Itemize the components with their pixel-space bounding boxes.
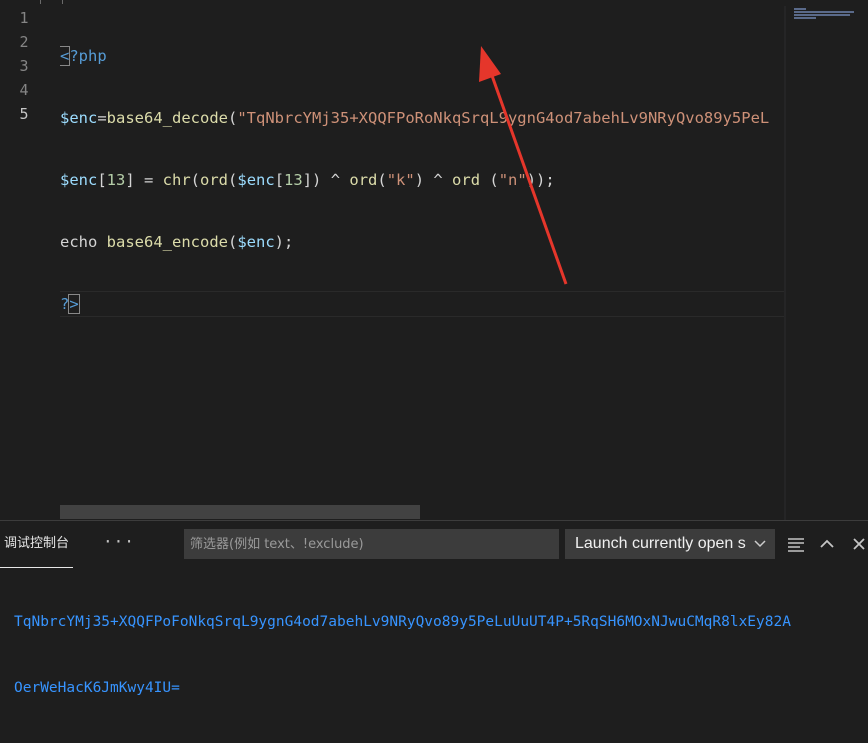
- tab-edge-fragment: [30, 0, 70, 4]
- code-token: echo: [60, 233, 107, 251]
- code-token: base64_decode: [106, 109, 228, 127]
- code-token: ));: [526, 171, 555, 189]
- filter-input[interactable]: [184, 529, 559, 559]
- code-token: (: [228, 109, 238, 127]
- php-open-bracket: <: [60, 46, 71, 66]
- code-token: ] =: [125, 171, 163, 189]
- code-token: $enc: [60, 171, 98, 189]
- code-token: (: [377, 171, 387, 189]
- panel-toolbar: 调试控制台 ··· Launch currently open s: [0, 521, 868, 568]
- code-token: ord: [349, 171, 378, 189]
- chevron-down-icon: [751, 529, 769, 559]
- line-number-current: 5: [19, 105, 29, 123]
- console-output-line: TqNbrcYMj35+XQQFPoFoNkqSrqL9ygnG4od7abeh…: [14, 614, 791, 630]
- php-close-tag: ?: [60, 295, 70, 313]
- chevron-up-icon[interactable]: [815, 529, 839, 559]
- more-actions-icon[interactable]: ···: [103, 521, 135, 563]
- code-token: (: [480, 171, 499, 189]
- code-token: 13: [106, 171, 126, 189]
- minimap[interactable]: [784, 6, 868, 520]
- line-number: 4: [19, 81, 29, 99]
- code-token: "n": [498, 171, 527, 189]
- code-token: );: [274, 233, 294, 251]
- code-token: ) ^: [414, 171, 453, 189]
- code-token: "TqNbrcYMj35+XQQFPoRoNkqSrqL9ygnG4od7abe…: [237, 109, 770, 127]
- horizontal-scrollbar[interactable]: [60, 505, 420, 519]
- code-token: 13: [284, 171, 303, 189]
- line-number: 3: [19, 57, 29, 75]
- code-token: [: [274, 171, 285, 189]
- minimap-content: [794, 8, 854, 20]
- code-token: ord: [452, 171, 481, 189]
- code-token: $enc: [237, 233, 275, 251]
- close-icon[interactable]: [847, 529, 868, 559]
- line-number-gutter: 1 2 3 4 5: [0, 6, 48, 126]
- code-token: (: [228, 233, 238, 251]
- debug-console-panel: 调试控制台 ··· Launch currently open s TqNbrc…: [0, 520, 868, 696]
- editor-area[interactable]: 1 2 3 4 5 <?php $enc=base64_decode("TqNb…: [0, 0, 868, 520]
- code-token: ]) ^: [302, 171, 350, 189]
- code-line-5[interactable]: ?>: [60, 291, 784, 317]
- php-close-bracket: >: [68, 294, 80, 314]
- code-line-3[interactable]: $enc[13] = chr(ord($enc[13]) ^ ord("k") …: [60, 168, 784, 192]
- launch-config-label: Launch currently open s: [575, 535, 746, 552]
- code-token: ord: [200, 171, 229, 189]
- code-token: (: [228, 171, 238, 189]
- line-number: 1: [19, 9, 29, 27]
- php-open-tag: ?php: [69, 47, 107, 65]
- console-output[interactable]: TqNbrcYMj35+XQQFPoFoNkqSrqL9ygnG4od7abeh…: [14, 567, 868, 743]
- code-line-4[interactable]: echo base64_encode($enc);: [60, 230, 784, 254]
- tab-debug-console[interactable]: 调试控制台: [0, 521, 74, 568]
- line-number: 2: [19, 33, 29, 51]
- code-token: "k": [386, 171, 415, 189]
- code-token: base64_encode: [106, 233, 228, 251]
- code-token: (: [190, 171, 201, 189]
- code-token: [: [97, 171, 107, 189]
- code-line-2[interactable]: $enc=base64_decode("TqNbrcYMj35+XQQFPoRo…: [60, 106, 784, 130]
- code-token: $enc: [237, 171, 275, 189]
- launch-config-select[interactable]: Launch currently open s: [565, 529, 775, 559]
- code-token: $enc: [60, 109, 98, 127]
- word-wrap-icon[interactable]: [784, 529, 808, 559]
- code-line-1[interactable]: <?php: [60, 44, 784, 68]
- code-token: chr: [162, 171, 191, 189]
- code-text[interactable]: <?php $enc=base64_decode("TqNbrcYMj35+XQ…: [60, 6, 784, 354]
- code-token: =: [97, 109, 107, 127]
- console-output-line: OerWeHacK6JmKwy4IU=: [14, 680, 180, 696]
